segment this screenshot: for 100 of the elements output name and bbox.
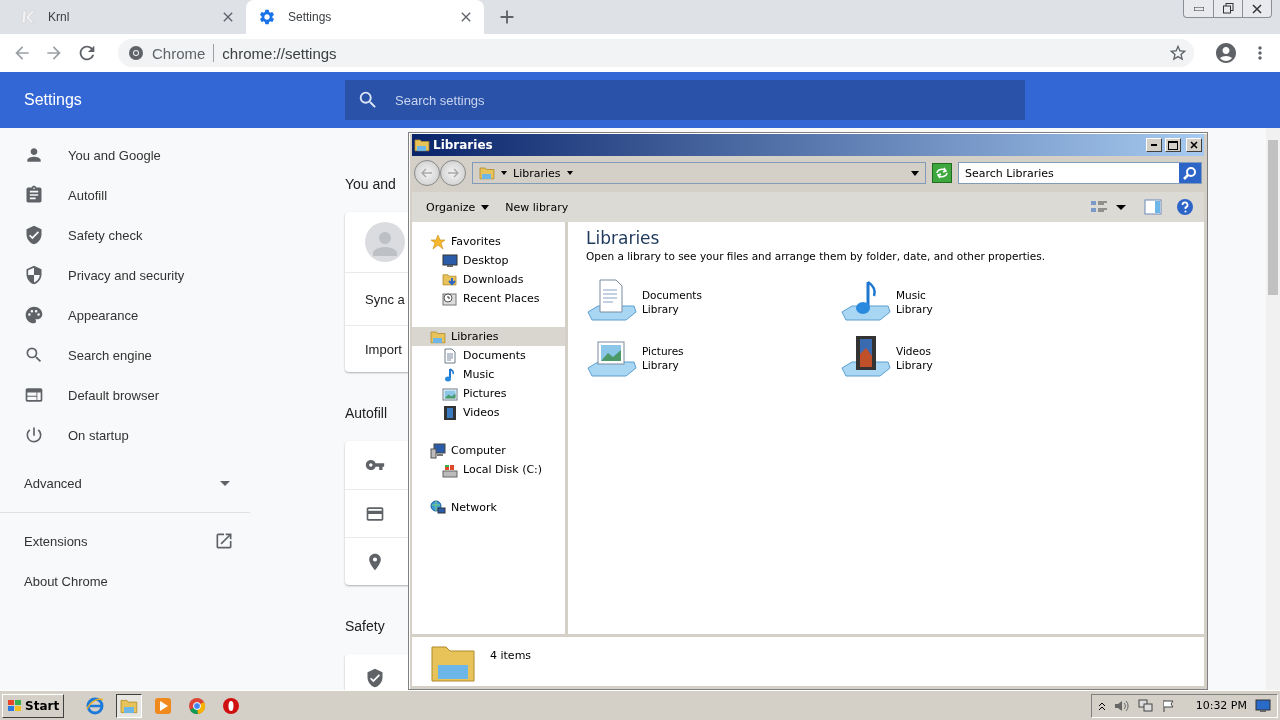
search-input[interactable]: Search settings — [393, 91, 1025, 109]
chrome-icon — [128, 45, 144, 61]
row-label[interactable]: Sync a — [365, 291, 405, 307]
restore-icon — [1222, 3, 1234, 14]
caret-icon — [481, 204, 490, 210]
nav-item[interactable]: Desktop — [412, 251, 565, 270]
star-icon — [430, 233, 446, 250]
speaker-icon[interactable] — [1113, 698, 1130, 713]
nav-item[interactable]: Pictures — [412, 384, 565, 403]
row-label[interactable]: Import — [365, 341, 402, 357]
caret-icon — [220, 480, 230, 486]
document-icon — [442, 347, 458, 364]
minimize-icon — [1151, 144, 1157, 146]
nav-item[interactable]: Computer — [412, 441, 565, 460]
clock[interactable]: 10:32 PM — [1195, 699, 1247, 712]
sidebar-item[interactable]: Autofill — [0, 175, 250, 215]
expand-tray-icon[interactable] — [1097, 700, 1106, 711]
caret-icon — [566, 171, 573, 175]
shield-icon — [24, 265, 44, 285]
forward-button[interactable] — [440, 160, 466, 186]
flag-icon[interactable] — [1161, 698, 1176, 713]
library-item[interactable]: Videos Library — [840, 334, 1094, 382]
folder-icon — [430, 328, 446, 345]
page-title: Settings — [23, 91, 83, 109]
scrollbar[interactable] — [1266, 128, 1280, 690]
window-title: Libraries — [433, 138, 494, 152]
film-strip-icon — [442, 404, 458, 421]
windows-flag-icon — [7, 698, 23, 713]
picture-icon — [442, 385, 458, 402]
maximize-icon — [1168, 140, 1178, 150]
library-item[interactable]: Pictures Library — [586, 334, 840, 382]
address-bar[interactable]: Libraries — [472, 162, 926, 184]
power-icon — [24, 425, 44, 445]
content-description: Open a library to see your files and arrange them by folder, date, and other properties. — [586, 250, 1045, 262]
minimize-button[interactable] — [1146, 138, 1162, 152]
media-player-icon — [154, 696, 173, 715]
star-icon[interactable] — [1168, 43, 1188, 63]
shield-check-icon — [365, 668, 385, 688]
search-icon[interactable] — [1179, 163, 1201, 183]
back-button[interactable] — [414, 160, 440, 186]
address-bar[interactable]: Chrome chrome://settings — [118, 39, 1194, 67]
browser-tab[interactable]: Krnl — [8, 0, 246, 34]
taskbar-app[interactable] — [116, 693, 143, 718]
computer-icon — [430, 442, 446, 459]
ring-icon — [222, 696, 241, 715]
sidebar-item[interactable]: Search engine — [0, 335, 250, 375]
sidebar-link[interactable]: Extensions — [0, 521, 250, 561]
nav-item[interactable]: Videos — [412, 403, 565, 422]
search-field[interactable]: Search settings — [345, 80, 1025, 120]
nav-item[interactable]: Recent Places — [412, 289, 565, 308]
folder-icon — [479, 165, 495, 181]
network-globe-icon — [430, 499, 446, 516]
advanced-toggle[interactable]: Advanced — [0, 463, 250, 503]
dropdown-icon — [911, 170, 919, 176]
monitor-icon[interactable] — [1255, 698, 1271, 713]
sidebar-item[interactable]: Appearance — [0, 295, 250, 335]
library-item[interactable]: Music Library — [840, 278, 1094, 326]
caret-icon — [501, 171, 507, 175]
sidebar-item[interactable]: Safety check — [0, 215, 250, 255]
shield-check-icon — [24, 225, 44, 245]
network-icon[interactable] — [1137, 698, 1154, 713]
clipboard-icon — [24, 185, 44, 205]
minimize-icon — [1193, 6, 1204, 11]
maximize-button[interactable] — [1165, 138, 1181, 152]
nav-item[interactable]: Music — [412, 365, 565, 384]
toolbar-button[interactable]: New library — [501, 198, 573, 216]
nav-item[interactable]: Favorites — [412, 232, 565, 251]
sidebar-link[interactable]: About Chrome — [0, 561, 250, 601]
external-link-icon — [214, 531, 234, 551]
nav-item[interactable]: Documents — [412, 346, 565, 365]
nav-item[interactable]: Downloads — [412, 270, 565, 289]
section-title: Autofill — [345, 404, 388, 423]
chrome-icon — [188, 696, 207, 715]
help-icon[interactable] — [1176, 198, 1194, 216]
nav-item[interactable]: Network — [412, 498, 565, 517]
monitor-icon — [442, 252, 458, 269]
toolbar-button[interactable]: Organize — [422, 198, 494, 216]
sidebar-item[interactable]: Default browser — [0, 375, 250, 415]
palette-icon — [24, 305, 44, 325]
download-folder-icon — [442, 271, 458, 288]
nav-item[interactable]: Libraries — [412, 327, 565, 346]
browser-tab[interactable]: Settings — [246, 0, 484, 34]
search-icon — [24, 345, 44, 365]
browser-window-icon — [24, 385, 44, 405]
caret-icon[interactable] — [1116, 204, 1126, 210]
close-icon — [1252, 3, 1262, 14]
start-button[interactable]: Start — [2, 693, 65, 718]
nav-item[interactable]: Local Disk (C:) — [412, 460, 565, 479]
item-count: 4 items — [490, 649, 532, 662]
refresh-button[interactable] — [932, 163, 952, 183]
sidebar-item[interactable]: On startup — [0, 415, 250, 455]
sidebar-item[interactable]: You and Google — [0, 135, 250, 175]
avatar — [365, 222, 405, 262]
account-icon[interactable] — [1214, 41, 1238, 65]
close-icon — [1190, 141, 1198, 149]
search-field[interactable]: Search Libraries — [958, 162, 1202, 184]
sidebar-item[interactable]: Privacy and security — [0, 255, 250, 295]
library-item[interactable]: Documents Library — [586, 278, 840, 326]
browser-e-icon — [86, 696, 105, 715]
section-title: Safety — [345, 617, 385, 636]
